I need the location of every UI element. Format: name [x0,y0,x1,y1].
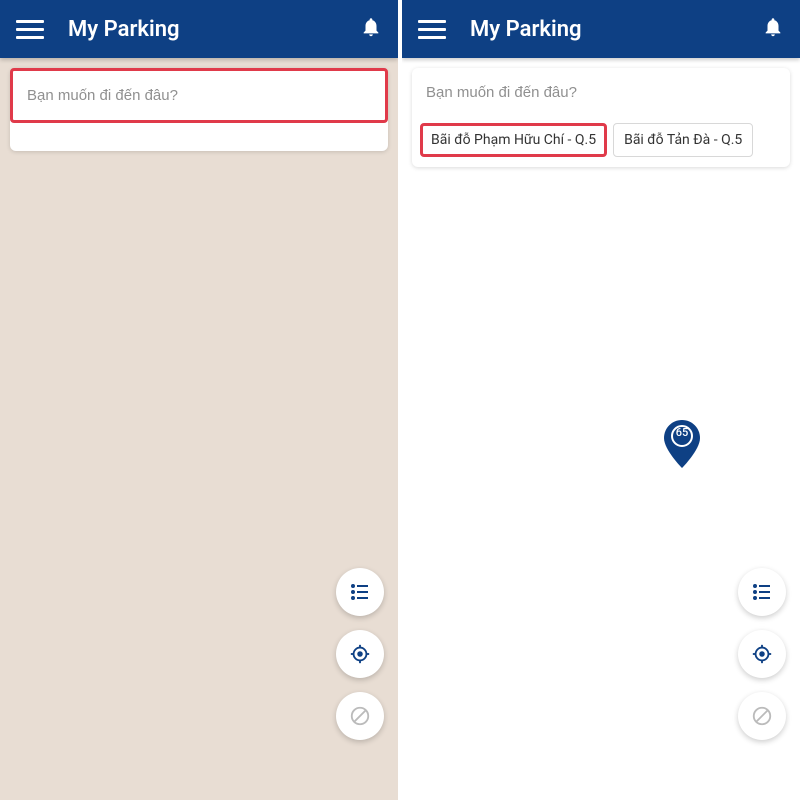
search-card [10,68,388,151]
suggestion-chip[interactable]: Bãi đỗ Phạm Hữu Chí - Q.5 [420,123,607,157]
search-input[interactable] [412,68,790,117]
list-icon [750,580,774,604]
locate-button[interactable] [738,630,786,678]
app-header: My Parking [0,0,398,58]
map-pin[interactable]: 65 [664,420,700,472]
search-card: Bãi đỗ Phạm Hữu Chí - Q.5 Bãi đỗ Tản Đà … [412,68,790,167]
prohibited-icon [751,705,773,727]
suggestions-row: Bãi đỗ Phạm Hữu Chí - Q.5 Bãi đỗ Tản Đà … [412,117,790,167]
menu-button[interactable] [16,15,44,43]
fab-stack [738,568,786,740]
app-title: My Parking [470,17,582,42]
highlight-box [10,68,388,123]
list-button[interactable] [336,568,384,616]
suggestion-chip[interactable]: Bãi đỗ Tản Đà - Q.5 [613,123,753,157]
app-title: My Parking [68,17,180,42]
search-input[interactable] [13,71,385,120]
fab-stack [336,568,384,740]
locate-icon [349,643,371,665]
pin-icon [664,420,700,468]
notifications-button[interactable] [762,16,784,42]
locate-icon [751,643,773,665]
locate-button[interactable] [336,630,384,678]
screen-right: My Parking Bãi đỗ Phạm Hữu Chí - Q.5 Bãi… [402,0,800,800]
screen-left: My Parking [0,0,398,800]
bell-icon [762,16,784,38]
app-header: My Parking [402,0,800,58]
list-icon [348,580,372,604]
menu-button[interactable] [418,15,446,43]
clear-button[interactable] [336,692,384,740]
clear-button[interactable] [738,692,786,740]
bell-icon [360,16,382,38]
notifications-button[interactable] [360,16,382,42]
list-button[interactable] [738,568,786,616]
prohibited-icon [349,705,371,727]
